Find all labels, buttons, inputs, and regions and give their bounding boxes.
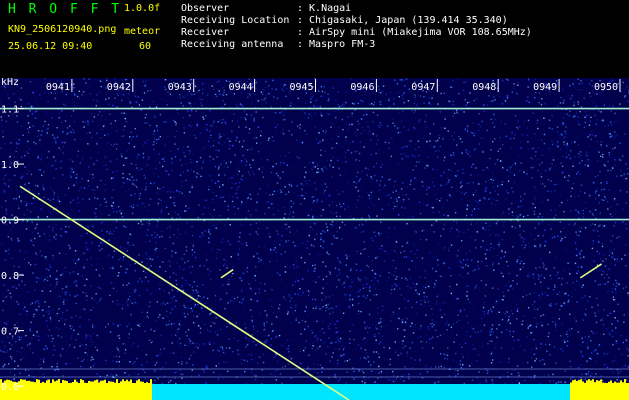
spectrogram-panel: 0941 0942 0943 0944 0945 0946 0947 0948 0949 0950… <box>0 78 629 400</box>
time-tick-label-0945: 0945 <box>290 82 314 93</box>
location-label: Receiving Location <box>181 15 290 26</box>
time-tick-label-0946: 0946 <box>350 82 374 93</box>
time-tick-label-0947: 0947 <box>411 82 435 93</box>
frequency-unit-label: kHz <box>1 78 19 88</box>
observer-value: : K.Nagai <box>297 3 352 14</box>
freq-tick-label-0.8: 0.8 <box>1 271 19 282</box>
version-label: 1.0.0f <box>124 3 161 14</box>
filename-label: KN9_2506120940.png <box>8 24 117 35</box>
bottom-bar-cyan <box>152 384 570 400</box>
app-title: H R O F F T <box>8 2 122 17</box>
time-tick-label-0950: 0950 <box>594 82 618 93</box>
time-tick-label-0949: 0949 <box>533 82 557 93</box>
location-value: : Chigasaki, Japan (139.414 35.340) <box>297 15 508 26</box>
header-panel: H R O F F T 1.0.0f KN9_2506120940.png me… <box>0 0 629 78</box>
receiver-label: Receiver <box>181 27 230 38</box>
datetime-label: 25.06.12 09:40 <box>8 41 93 52</box>
freq-tick-label-0.7: 0.7 <box>1 327 19 338</box>
time-tick-label-0941: 0941 <box>46 82 70 93</box>
observer-label: Observer <box>181 3 230 14</box>
freq-tick-label-0.9: 0.9 <box>1 216 19 227</box>
meteor-count: 60 <box>139 41 152 52</box>
time-tick-label-0948: 0948 <box>472 82 496 93</box>
freq-tick-label-0.6: 0.6 <box>1 382 19 393</box>
freq-tick-label-1.0: 1.0 <box>1 160 19 171</box>
time-tick-label-0943: 0943 <box>168 82 192 93</box>
spectrogram: 0941 0942 0943 0944 0945 0946 0947 0948 0949 0950… <box>0 78 629 400</box>
meteor-label: meteor <box>124 26 161 37</box>
time-tick-label-0942: 0942 <box>107 82 131 93</box>
antenna-value: : Maspro FM-3 <box>297 39 376 50</box>
receiver-value: : AirSpy mini (Miakejima VOR 108.65MHz) <box>297 27 532 38</box>
freq-tick-label-1.1: 1.1 <box>1 105 19 116</box>
antenna-label: Receiving antenna <box>181 39 284 50</box>
time-tick-label-0944: 0944 <box>229 82 253 93</box>
